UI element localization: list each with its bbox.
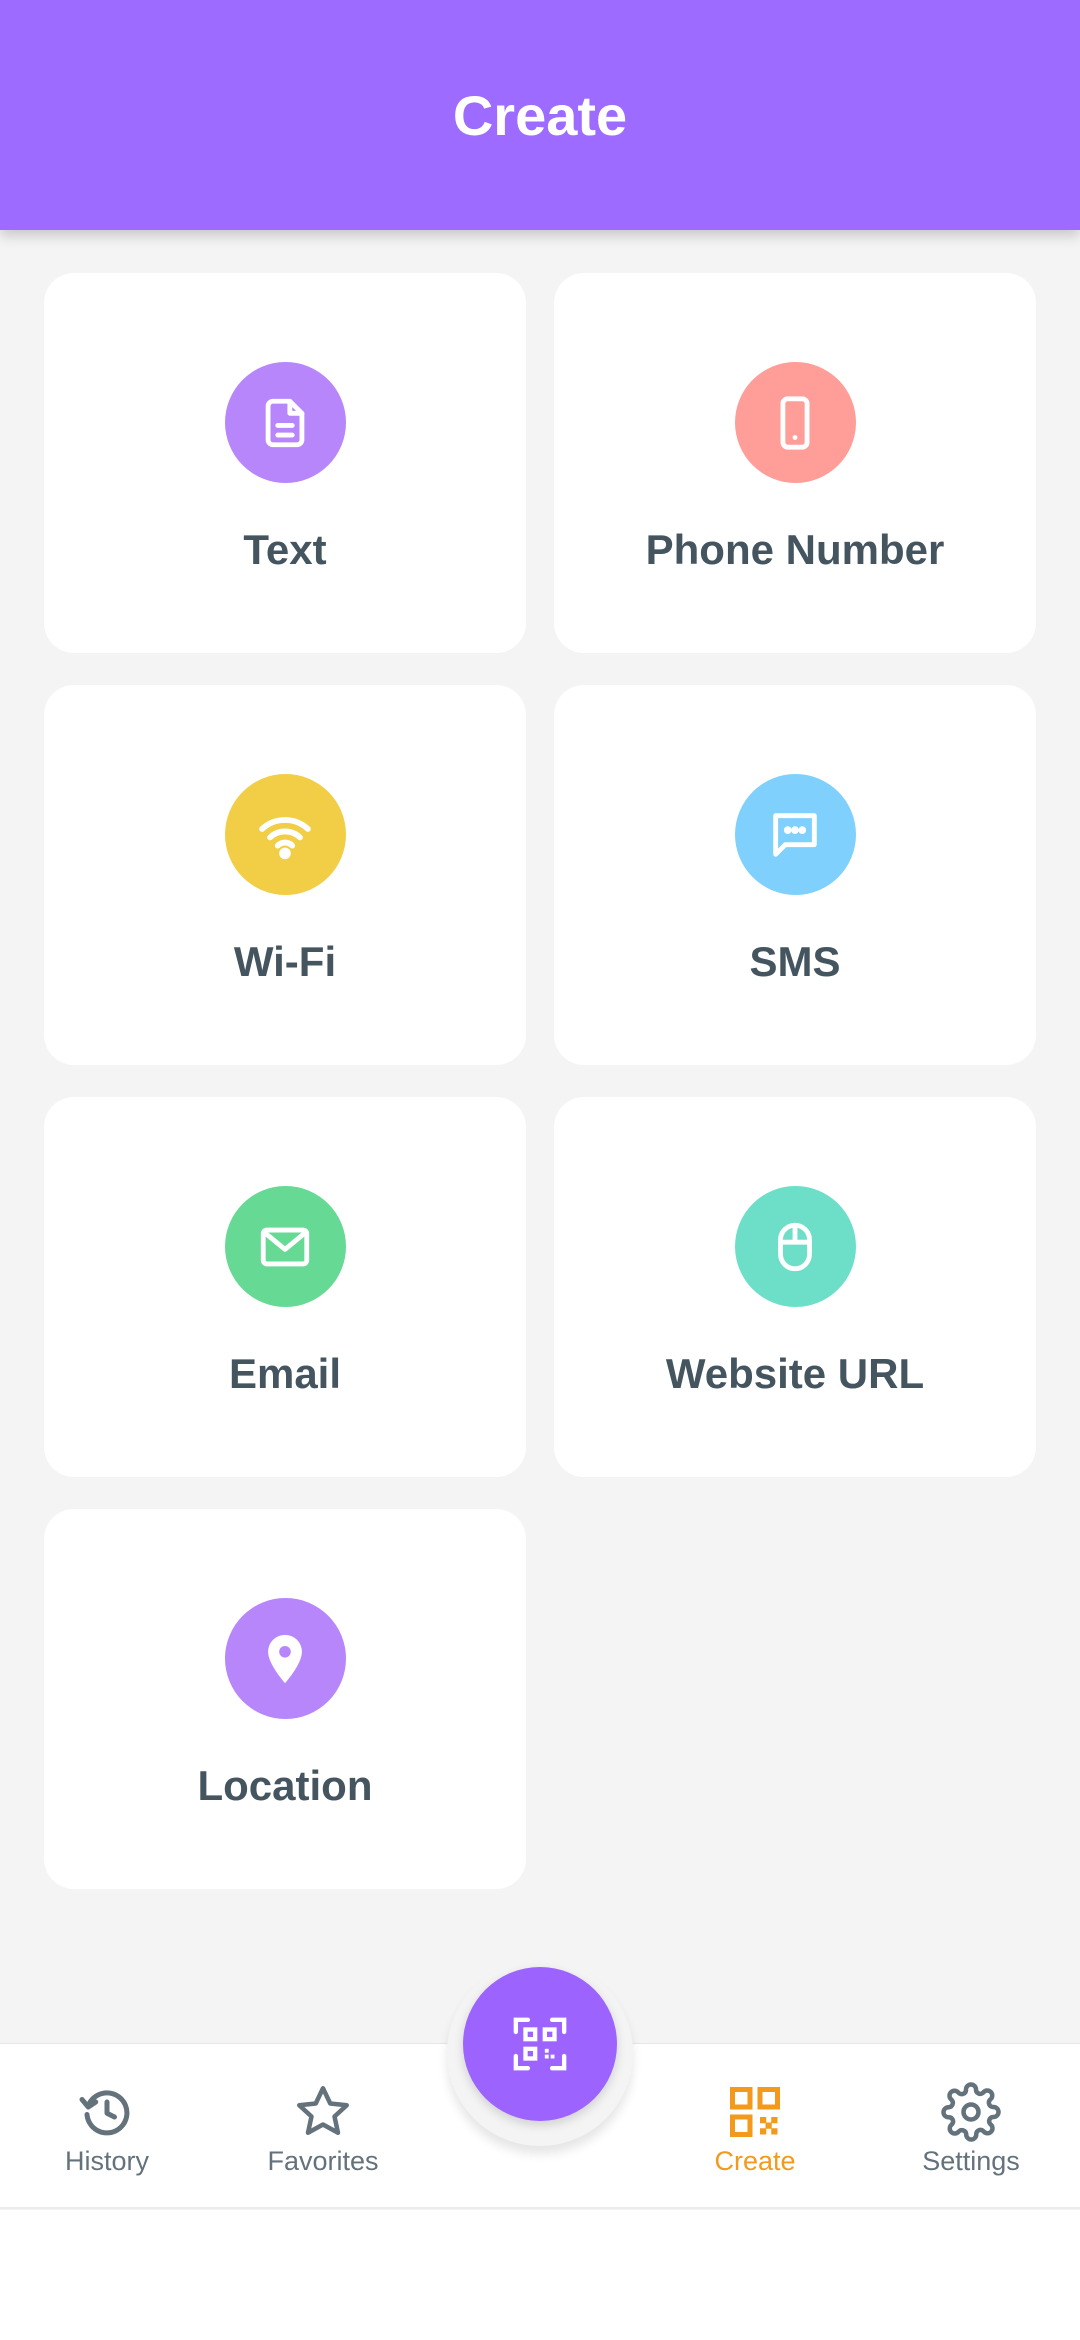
card-label: Phone Number — [645, 526, 945, 573]
create-wifi-card[interactable]: Wi-Fi — [44, 685, 526, 1065]
mail-icon — [224, 1186, 346, 1307]
qr-code-icon — [730, 2087, 780, 2137]
wifi-icon — [224, 774, 346, 895]
card-label: Text — [243, 526, 327, 573]
nav-favorites[interactable]: Favorites — [223, 2082, 423, 2177]
nav-create[interactable]: Create — [655, 2082, 855, 2177]
nav-label: Settings — [922, 2146, 1020, 2176]
nav-label: Favorites — [267, 2146, 379, 2176]
card-label: Website URL — [665, 1350, 925, 1397]
create-phone-card[interactable]: Phone Number — [554, 273, 1036, 653]
history-icon — [79, 2090, 130, 2136]
create-email-card[interactable]: Email — [44, 1097, 526, 1477]
card-label: Wi-Fi — [233, 938, 337, 985]
page-title: Create — [452, 83, 628, 147]
card-label: Email — [228, 1350, 342, 1397]
star-icon — [297, 2086, 349, 2135]
document-icon — [224, 362, 346, 483]
app-root: Create Text Phone Number Wi-Fi SMS Email… — [0, 0, 1080, 2340]
phone-icon — [734, 362, 856, 483]
card-label: Location — [197, 1762, 373, 1809]
nav-label: History — [64, 2146, 149, 2176]
create-text-card[interactable]: Text — [44, 273, 526, 653]
create-website-card[interactable]: Website URL — [554, 1097, 1036, 1477]
scan-qr-button[interactable] — [463, 1967, 617, 2121]
mouse-icon — [734, 1186, 856, 1307]
create-sms-card[interactable]: SMS — [554, 685, 1036, 1065]
system-nav-area — [0, 2210, 1080, 2340]
create-type-grid: Text Phone Number Wi-Fi SMS Email Websit… — [44, 273, 1036, 1889]
card-label: SMS — [749, 938, 841, 985]
app-header: Create — [0, 0, 1080, 230]
create-location-card[interactable]: Location — [44, 1509, 526, 1889]
qr-scan-icon — [513, 2017, 567, 2071]
nav-settings[interactable]: Settings — [871, 2082, 1071, 2177]
location-pin-icon — [224, 1598, 346, 1719]
nav-label: Create — [714, 2146, 796, 2176]
gear-icon — [941, 2082, 1001, 2142]
nav-history[interactable]: History — [7, 2082, 207, 2177]
message-icon — [734, 774, 856, 895]
